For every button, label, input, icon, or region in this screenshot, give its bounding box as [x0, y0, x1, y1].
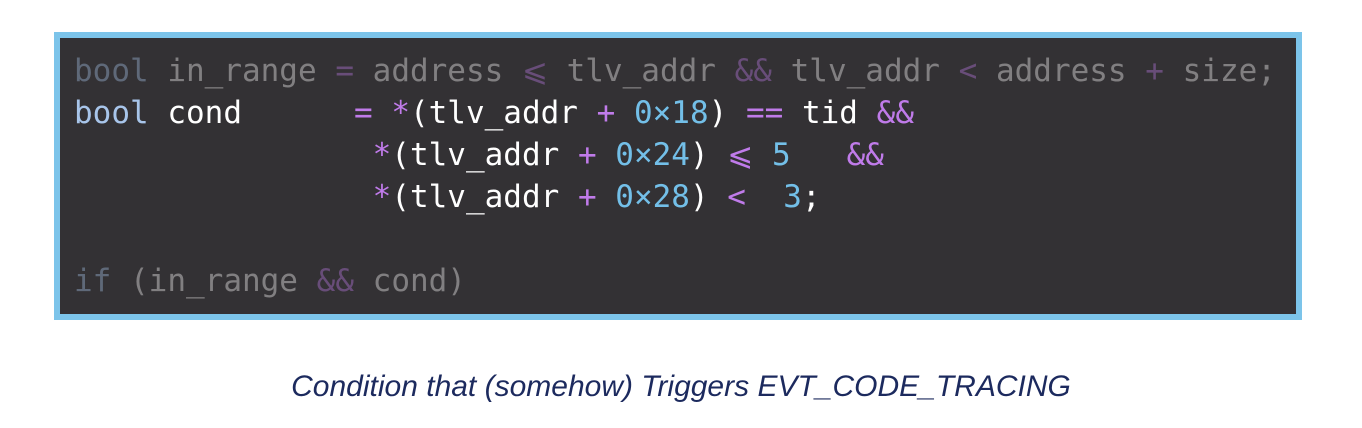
code-token: (tlv_addr	[391, 137, 560, 173]
code-line: *(tlv_addr + 0×24) ⩽ 5 &&	[74, 134, 1276, 176]
code-token: *	[372, 137, 392, 173]
code-token: address	[995, 53, 1127, 89]
code-token: =	[353, 95, 373, 131]
code-token: 0×24	[615, 137, 690, 173]
code-token: cond)	[372, 263, 466, 299]
code-block: bool in_range = address ⩽ tlv_addr && tl…	[74, 50, 1276, 302]
code-token: <	[958, 53, 978, 89]
code-token: )	[708, 95, 728, 131]
code-token: tlv_addr	[566, 53, 716, 89]
code-token: =	[335, 53, 354, 89]
code-token: 5	[771, 137, 791, 173]
code-token: <	[727, 179, 746, 215]
code-token: ==	[745, 95, 784, 131]
code-token: address	[372, 53, 504, 89]
code-token: +	[596, 95, 616, 131]
code-token: (in_range	[130, 263, 298, 299]
code-token: )	[689, 137, 709, 173]
code-token: 3	[783, 179, 802, 215]
code-line: bool cond = *(tlv_addr + 0×18) == tid &&	[74, 92, 1276, 134]
code-token: if	[74, 263, 112, 299]
code-token: cond	[167, 95, 242, 131]
code-token: tid	[801, 95, 858, 131]
code-frame: bool in_range = address ⩽ tlv_addr && tl…	[54, 32, 1302, 320]
code-token: 0×18	[633, 95, 709, 131]
code-token: *	[372, 179, 392, 215]
code-token: &&	[876, 95, 914, 131]
code-line: if (in_range && cond)	[74, 260, 1276, 302]
code-token: bool	[74, 95, 149, 131]
figure-caption: Condition that (somehow) Triggers EVT_CO…	[291, 370, 1071, 403]
code-token: in_range	[167, 53, 317, 89]
code-token: ⩽	[727, 137, 754, 173]
code-token: )	[689, 179, 709, 215]
code-token: ⩽	[521, 53, 548, 89]
code-token: &&	[734, 53, 772, 89]
code-token: (tlv_addr	[409, 95, 578, 131]
code-token: &&	[316, 263, 354, 299]
code-token: ;	[1257, 53, 1276, 89]
code-token: size	[1182, 53, 1258, 89]
code-token: ;	[801, 179, 821, 215]
code-line: *(tlv_addr + 0×28) < 3;	[74, 176, 1276, 218]
code-token: +	[1145, 53, 1164, 89]
code-token: tlv_addr	[790, 53, 940, 89]
code-token: &&	[846, 137, 884, 173]
code-token: *	[391, 95, 410, 131]
code-token: bool	[74, 53, 149, 89]
code-line: bool in_range = address ⩽ tlv_addr && tl…	[74, 50, 1276, 92]
code-token: 0×28	[615, 179, 690, 215]
code-token: +	[577, 137, 597, 173]
code-token: +	[577, 179, 597, 215]
code-token: (tlv_addr	[391, 179, 560, 215]
